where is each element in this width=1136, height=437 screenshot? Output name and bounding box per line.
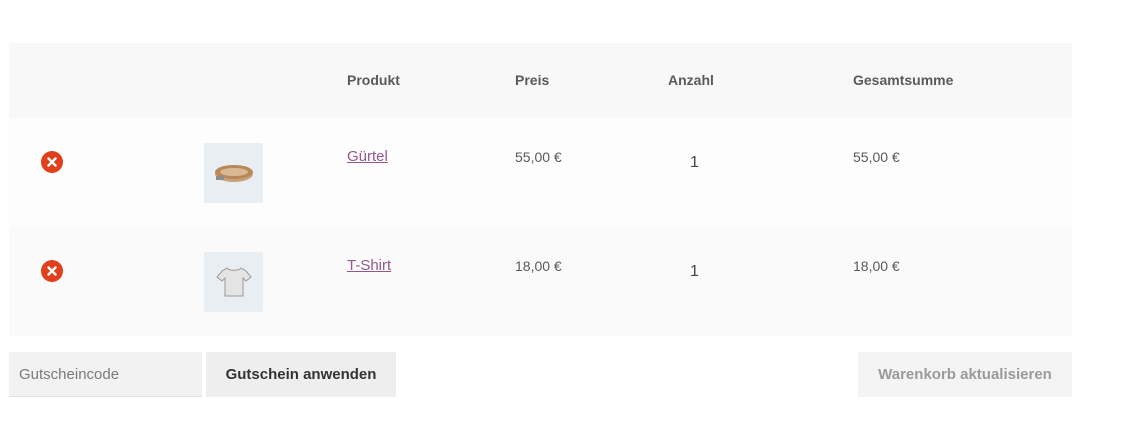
- quantity-field[interactable]: 1: [690, 263, 720, 281]
- product-thumbnail[interactable]: [204, 143, 263, 203]
- close-icon: [47, 266, 57, 276]
- belt-image: [214, 165, 253, 182]
- product-price: 18,00 €: [515, 258, 562, 274]
- quantity-field[interactable]: 1: [690, 154, 720, 172]
- product-link[interactable]: Gürtel: [347, 148, 388, 165]
- product-price: 55,00 €: [515, 149, 562, 165]
- product-subtotal: 18,00 €: [853, 258, 900, 274]
- header-price: Preis: [515, 72, 550, 88]
- cart-table: Produkt Preis Anzahl Gesamtsumme Gürtel …: [9, 43, 1072, 336]
- header-subtotal: Gesamtsumme: [853, 72, 954, 88]
- close-icon: [47, 157, 57, 167]
- apply-coupon-button[interactable]: Gutschein anwenden: [206, 352, 396, 397]
- table-header: Produkt Preis Anzahl Gesamtsumme: [9, 43, 1072, 118]
- remove-item-button[interactable]: [41, 260, 63, 282]
- table-row: Gürtel 55,00 € 1 55,00 €: [9, 118, 1072, 227]
- product-thumbnail[interactable]: [204, 252, 263, 312]
- update-cart-button[interactable]: Warenkorb aktualisieren: [858, 352, 1072, 397]
- remove-item-button[interactable]: [41, 151, 63, 173]
- table-row: T-Shirt 18,00 € 1 18,00 €: [9, 227, 1072, 336]
- header-product: Produkt: [347, 72, 400, 88]
- tshirt-image: [215, 267, 252, 297]
- coupon-code-input[interactable]: [9, 352, 202, 397]
- header-quantity: Anzahl: [668, 72, 714, 88]
- product-link[interactable]: T-Shirt: [347, 257, 391, 274]
- product-subtotal: 55,00 €: [853, 149, 900, 165]
